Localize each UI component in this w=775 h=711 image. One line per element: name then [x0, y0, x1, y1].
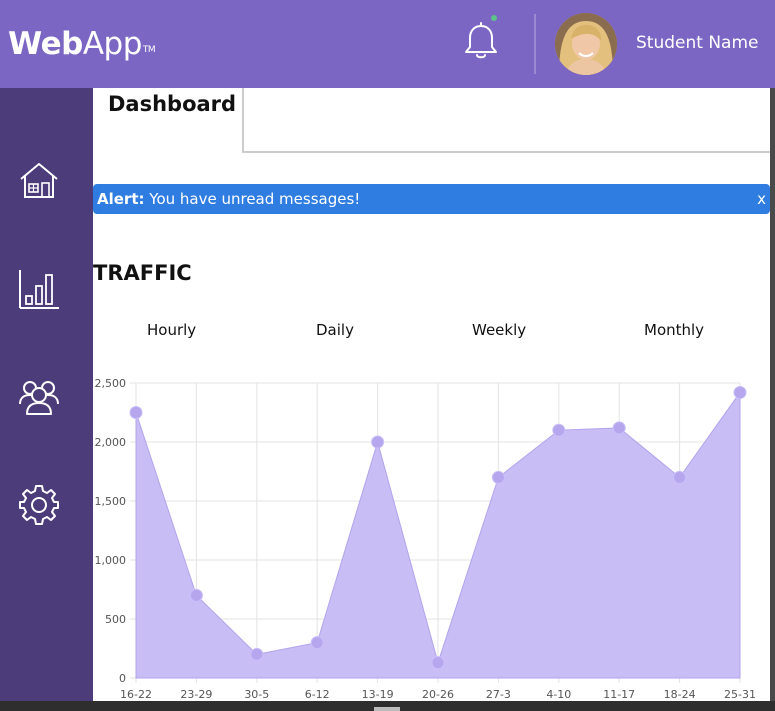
tab-bar-empty [242, 88, 770, 153]
app-logo[interactable]: WebAppTM [8, 24, 156, 64]
x-tick-label: 11-17 [603, 688, 635, 701]
data-point[interactable] [733, 385, 747, 399]
traffic-chart: 0 500 1,000 1,500 2,000 2,500 16-22 23-29 30-5 6-… [95, 377, 756, 701]
data-point[interactable] [250, 647, 264, 661]
data-point[interactable] [310, 636, 324, 650]
logo-text-light: App [82, 26, 143, 62]
page-title: Dashboard [108, 92, 237, 116]
traffic-tab-monthly[interactable]: Monthly [644, 321, 704, 339]
traffic-tab-hourly[interactable]: Hourly [147, 321, 196, 339]
alert-label: Alert: [97, 190, 145, 208]
x-tick-label: 13-19 [362, 688, 394, 701]
x-tick-label: 23-29 [180, 688, 212, 701]
y-tick-label: 1,500 [95, 495, 127, 508]
gear-icon[interactable] [18, 484, 60, 526]
traffic-title: TRAFFIC [93, 261, 192, 285]
avatar[interactable] [555, 13, 617, 75]
alert-message: You have unread messages! [149, 190, 361, 208]
data-point[interactable] [673, 470, 687, 484]
data-point[interactable] [552, 423, 566, 437]
bar-chart-icon[interactable] [18, 268, 60, 310]
x-tick-label: 25-31 [724, 688, 756, 701]
data-point[interactable] [491, 470, 505, 484]
data-point[interactable] [431, 656, 445, 670]
tab-dashboard[interactable]: Dashboard [93, 88, 242, 152]
users-icon[interactable] [18, 376, 60, 418]
window-edge [770, 88, 775, 701]
y-tick-label: 2,500 [95, 377, 127, 390]
main-content: Dashboard Alert: You have unread message… [93, 88, 770, 701]
notification-bell-icon[interactable] [463, 22, 499, 62]
x-tick-label: 6-12 [305, 688, 330, 701]
data-point[interactable] [371, 435, 385, 449]
x-tick-label: 20-26 [422, 688, 454, 701]
logo-text-bold: Web [8, 26, 83, 62]
y-tick-label: 500 [105, 613, 126, 626]
app-header: WebAppTM Student Name [0, 0, 775, 88]
traffic-tab-daily[interactable]: Daily [316, 321, 354, 339]
alert-close-button[interactable]: x [757, 184, 766, 214]
data-point[interactable] [129, 406, 143, 419]
x-tick-label: 30-5 [244, 688, 269, 701]
logo-trademark: TM [142, 45, 156, 55]
x-tick-label: 16-22 [120, 688, 152, 701]
scrollbar-thumb[interactable] [374, 707, 400, 711]
data-point[interactable] [612, 421, 626, 435]
sidebar [0, 88, 93, 711]
x-tick-label: 18-24 [664, 688, 696, 701]
notification-dot [491, 15, 497, 21]
home-icon[interactable] [18, 160, 60, 202]
x-tick-label: 4-10 [546, 688, 571, 701]
y-tick-label: 2,000 [95, 436, 127, 449]
data-point[interactable] [189, 588, 203, 602]
y-tick-label: 1,000 [95, 554, 127, 567]
user-name[interactable]: Student Name [636, 33, 758, 53]
x-tick-label: 27-3 [486, 688, 511, 701]
y-tick-label: 0 [119, 672, 126, 685]
alert-banner: Alert: You have unread messages! x [93, 184, 770, 214]
traffic-tab-weekly[interactable]: Weekly [472, 321, 526, 339]
header-divider [534, 14, 536, 74]
